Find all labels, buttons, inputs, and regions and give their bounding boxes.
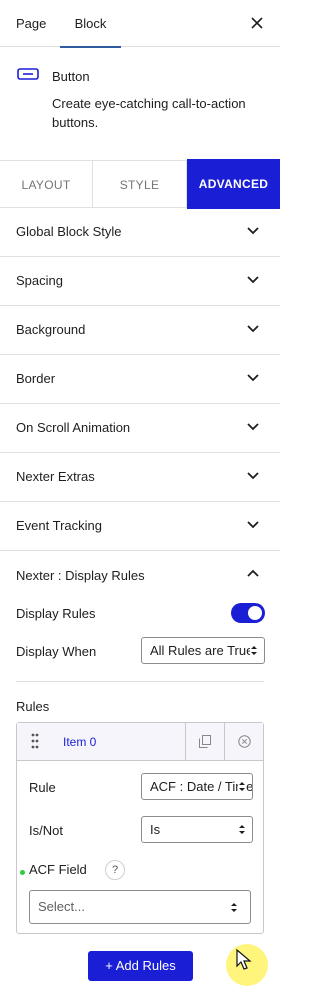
panel-background[interactable]: Background (0, 306, 280, 355)
chevron-down-icon (247, 227, 259, 235)
tab-block[interactable]: Block (60, 0, 121, 48)
status-dot (20, 870, 25, 875)
display-rules-label: Display Rules (16, 606, 96, 621)
tab-advanced[interactable]: ADVANCED (187, 159, 280, 209)
block-description: Create eye-catching call-to-action butto… (52, 96, 246, 130)
panel-display-rules: Nexter : Display Rules Display Rules Dis… (0, 551, 280, 995)
block-title: Button (52, 69, 90, 84)
select-arrows-icon (250, 645, 258, 656)
acf-field-placeholder: Select... (38, 899, 85, 914)
panel-label: Border (16, 371, 56, 386)
tab-page[interactable]: Page (16, 0, 46, 47)
panel-label: Background (16, 322, 86, 337)
select-arrows-icon (238, 781, 246, 792)
panel-event-tracking[interactable]: Event Tracking (0, 502, 280, 551)
panel-border[interactable]: Border (0, 355, 280, 404)
close-icon[interactable] (248, 14, 266, 32)
select-arrows-icon (230, 902, 238, 913)
drag-handle-icon[interactable] (31, 733, 39, 749)
rule-item: Item 0 Rule ACF : Date / Time Is/Not Is … (16, 722, 264, 934)
mouse-cursor-icon (236, 949, 252, 970)
chevron-down-icon (247, 374, 259, 382)
rule-label: Rule (29, 780, 56, 795)
panel-display-rules-title[interactable]: Nexter : Display Rules (16, 568, 145, 583)
chevron-down-icon (247, 521, 259, 529)
rule-item-label[interactable]: Item 0 (63, 723, 96, 761)
display-when-label: Display When (16, 644, 97, 659)
chevron-down-icon (247, 423, 259, 431)
display-when-value: All Rules are True (150, 643, 254, 658)
isnot-label: Is/Not (29, 823, 63, 838)
chevron-down-icon (247, 276, 259, 284)
isnot-select[interactable]: Is (141, 816, 253, 843)
chevron-down-icon (247, 325, 259, 333)
help-icon[interactable]: ? (105, 860, 125, 880)
tab-style[interactable]: STYLE (93, 161, 187, 208)
rule-item-header[interactable]: Item 0 (17, 723, 263, 761)
rules-label: Rules (16, 699, 50, 714)
remove-item-button[interactable] (224, 723, 263, 760)
duplicate-item-button[interactable] (185, 723, 224, 760)
select-arrows-icon (238, 824, 246, 835)
panel-label: On Scroll Animation (16, 420, 131, 435)
duplicate-icon (199, 735, 211, 748)
remove-icon (238, 735, 251, 748)
button-block-icon (17, 68, 39, 80)
display-when-select[interactable]: All Rules are True (141, 637, 265, 664)
tab-layout[interactable]: LAYOUT (0, 161, 93, 208)
chevron-up-icon[interactable] (246, 568, 260, 578)
panel-spacing[interactable]: Spacing (0, 257, 280, 306)
acf-field-label: ACF Field (29, 862, 87, 877)
panel-label: Nexter Extras (16, 469, 95, 484)
chevron-down-icon (247, 472, 259, 480)
rule-select[interactable]: ACF : Date / Time (141, 773, 253, 800)
inspector-tabs: LAYOUT STYLE ADVANCED (0, 159, 280, 209)
add-rules-button[interactable]: + Add Rules (88, 951, 193, 981)
sidebar-tabs: Page Block (0, 0, 280, 48)
block-card: Button Create eye-catching call-to-actio… (0, 48, 280, 164)
isnot-value: Is (150, 822, 161, 837)
panel-label: Spacing (16, 273, 63, 288)
panel-on-scroll-animation[interactable]: On Scroll Animation (0, 404, 280, 453)
panel-label: Global Block Style (16, 224, 122, 239)
panel-label: Event Tracking (16, 518, 102, 533)
acf-field-select[interactable]: Select... (29, 890, 251, 924)
panel-global-block-style[interactable]: Global Block Style (0, 208, 280, 257)
panel-nexter-extras[interactable]: Nexter Extras (0, 453, 280, 502)
divider (16, 681, 264, 682)
display-rules-toggle[interactable] (231, 603, 265, 623)
